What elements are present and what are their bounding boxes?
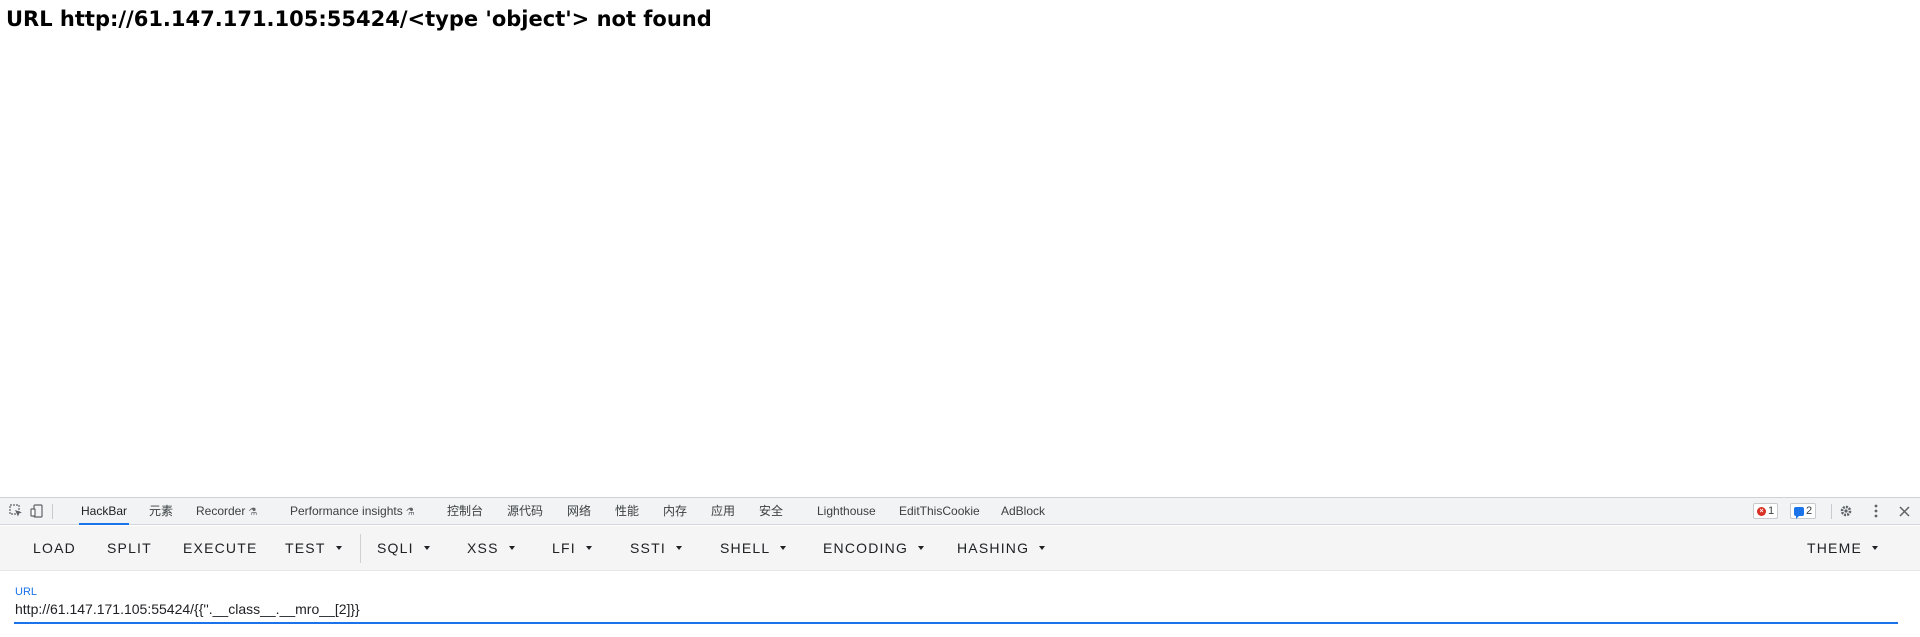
inspect-element-icon[interactable] [7,502,25,520]
chevron-down-icon [1872,546,1878,551]
load-button[interactable]: LOAD [33,526,76,571]
toolbar-divider [360,534,361,563]
ssti-dropdown[interactable]: SSTI [630,526,682,571]
theme-dropdown[interactable]: THEME [1807,526,1878,571]
chevron-down-icon [1039,546,1046,551]
hashing-dropdown[interactable]: HASHING [957,526,1046,571]
tab-security[interactable]: 安全 [757,498,785,525]
page-heading: URL http://61.147.171.105:55424/<type 'o… [6,7,712,31]
chevron-down-icon [508,546,515,551]
url-input[interactable] [14,597,1898,621]
tab-console[interactable]: 控制台 [445,498,485,525]
test-dropdown[interactable]: TEST [285,526,342,571]
chevron-down-icon [585,546,592,551]
tab-application[interactable]: 应用 [709,498,737,525]
devtools-tabbar: HackBar 元素 Recorder ⚗ Performance insight… [0,498,1920,525]
message-count-badge[interactable]: 2 [1790,503,1817,519]
tab-recorder[interactable]: Recorder ⚗ [194,498,259,525]
encoding-dropdown[interactable]: ENCODING [823,526,925,571]
lfi-dropdown[interactable]: LFI [552,526,592,571]
tab-hackbar[interactable]: HackBar [79,498,130,525]
experimental-flask-icon: ⚗ [405,507,415,518]
gear-icon[interactable] [1837,502,1855,520]
hackbar-toolbar: LOAD SPLIT EXECUTE TEST SQLI XSS LFI SST… [0,526,1920,571]
chevron-down-icon [918,546,925,551]
message-icon [1794,506,1804,519]
url-field-underline [14,622,1898,624]
tab-performance-insights[interactable]: Performance insights ⚗ [288,498,417,525]
tab-editthiscookie[interactable]: EditThisCookie [897,498,982,525]
chevron-down-icon [335,546,342,551]
xss-dropdown[interactable]: XSS [467,526,515,571]
error-count-badge[interactable]: × 1 [1753,503,1779,519]
devtools-panel: HackBar 元素 Recorder ⚗ Performance insight… [0,497,1920,637]
sqli-dropdown[interactable]: SQLI [377,526,430,571]
toolbar-divider [1831,504,1832,519]
error-icon: × [1757,506,1766,516]
execute-button[interactable]: EXECUTE [183,526,258,571]
tab-adblock[interactable]: AdBlock [999,498,1047,525]
chevron-down-icon [675,546,682,551]
toolbar-divider [52,504,53,519]
chevron-down-icon [780,546,787,551]
url-field: URL [14,586,1898,632]
tab-memory[interactable]: 内存 [661,498,689,525]
tab-sources[interactable]: 源代码 [505,498,545,525]
shell-dropdown[interactable]: SHELL [720,526,787,571]
tab-lighthouse[interactable]: Lighthouse [815,498,878,525]
split-button[interactable]: SPLIT [107,526,152,571]
tab-elements[interactable]: 元素 [147,498,175,525]
experimental-flask-icon: ⚗ [248,507,258,518]
page-content: URL http://61.147.171.105:55424/<type 'o… [0,0,1920,497]
tab-network[interactable]: 网络 [565,498,593,525]
more-vert-icon[interactable] [1867,502,1885,520]
chevron-down-icon [423,546,430,551]
tab-performance[interactable]: 性能 [613,498,641,525]
device-toolbar-icon[interactable] [28,502,46,520]
close-icon[interactable] [1895,502,1913,520]
